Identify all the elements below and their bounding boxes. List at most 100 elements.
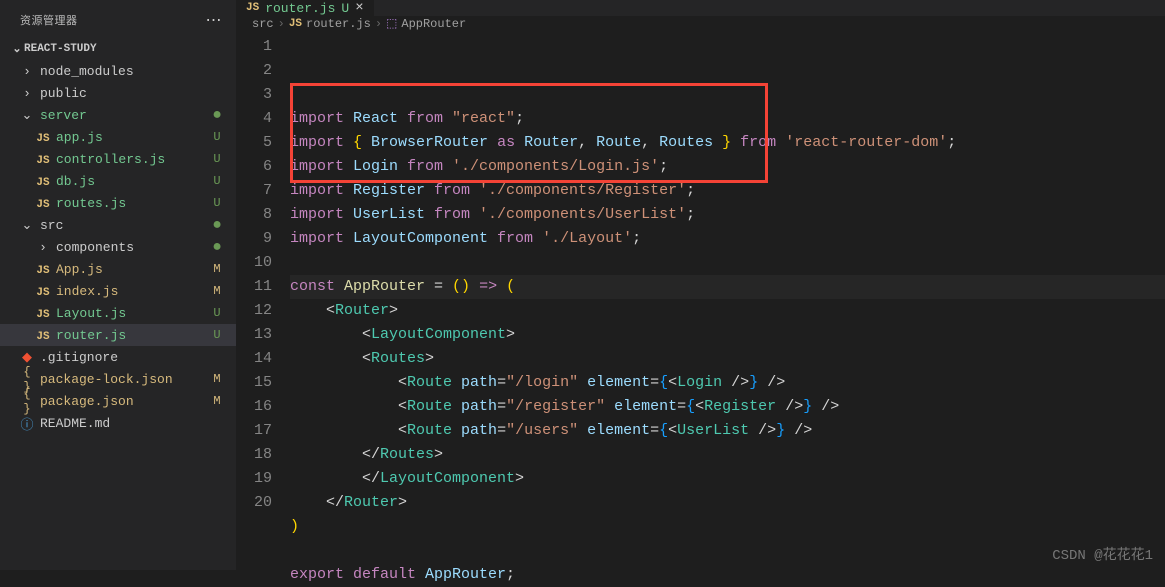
git-status: M bbox=[208, 394, 226, 408]
chevron-right-icon: › bbox=[278, 17, 285, 31]
breadcrumb[interactable]: src › JS router.js › ⬚ AppRouter bbox=[236, 16, 1165, 31]
more-icon[interactable]: ⋯ bbox=[206, 10, 223, 30]
chev-d-icon: ⌄ bbox=[18, 218, 36, 233]
git-status: ● bbox=[208, 109, 226, 121]
chev-d-icon: ⌄ bbox=[18, 108, 36, 123]
line-gutter: 1234567891011121314151617181920 bbox=[236, 35, 290, 587]
folder-item[interactable]: ⌄ server● bbox=[0, 104, 236, 126]
js-icon: JS bbox=[34, 196, 52, 211]
explorer-header: 资源管理器 ⋯ bbox=[0, 0, 236, 38]
line-number: 1 bbox=[236, 35, 272, 59]
git-status: U bbox=[208, 130, 226, 144]
chevron-down-icon: ⌄ bbox=[10, 42, 24, 56]
git-icon: ◆ bbox=[18, 350, 36, 365]
folder-item[interactable]: ⌄src● bbox=[0, 214, 236, 236]
file-item[interactable]: JSApp.jsM bbox=[0, 258, 236, 280]
code-line[interactable]: import Login from './components/Login.js… bbox=[290, 155, 1165, 179]
file-item[interactable]: { }package.jsonM bbox=[0, 390, 236, 412]
folder-item[interactable]: ›node_modules bbox=[0, 60, 236, 82]
item-label: .gitignore bbox=[40, 350, 208, 365]
file-item[interactable]: JS app.jsU bbox=[0, 126, 236, 148]
braces-icon: { } bbox=[18, 386, 36, 416]
editor-tabs: JS router.js U × bbox=[236, 0, 1165, 16]
code-line[interactable]: </LayoutComponent> bbox=[290, 467, 1165, 491]
file-item[interactable]: JS db.jsU bbox=[0, 170, 236, 192]
code-line[interactable] bbox=[290, 251, 1165, 275]
git-status: ● bbox=[208, 241, 226, 253]
code-line[interactable]: </Router> bbox=[290, 491, 1165, 515]
git-status: M bbox=[208, 372, 226, 386]
git-status: U bbox=[208, 152, 226, 166]
file-item[interactable]: JS routes.jsU bbox=[0, 192, 236, 214]
code-line[interactable]: import React from "react"; bbox=[290, 107, 1165, 131]
code-line[interactable] bbox=[290, 539, 1165, 563]
item-label: Layout.js bbox=[56, 306, 208, 321]
code-editor[interactable]: 1234567891011121314151617181920 import R… bbox=[236, 31, 1165, 587]
js-icon: JS bbox=[289, 18, 302, 30]
line-number: 13 bbox=[236, 323, 272, 347]
breadcrumb-part[interactable]: router.js bbox=[306, 17, 371, 31]
code-line[interactable]: <Router> bbox=[290, 299, 1165, 323]
js-icon: JS bbox=[34, 262, 52, 277]
code-line[interactable]: <Route path="/register" element={<Regist… bbox=[290, 395, 1165, 419]
watermark: CSDN @花花花1 bbox=[1052, 544, 1153, 564]
item-label: routes.js bbox=[56, 196, 208, 211]
code-line[interactable]: const AppRouter = () => ( bbox=[290, 275, 1165, 299]
editor-area: JS router.js U × src › JS router.js › ⬚ … bbox=[236, 0, 1165, 570]
close-icon[interactable]: × bbox=[355, 0, 363, 16]
code-line[interactable]: import { BrowserRouter as Router, Route,… bbox=[290, 131, 1165, 155]
js-icon: JS bbox=[34, 174, 52, 189]
item-label: app.js bbox=[56, 130, 208, 145]
item-label: db.js bbox=[56, 174, 208, 189]
chev-r-icon: › bbox=[18, 86, 36, 101]
code-line[interactable]: <Route path="/users" element={<UserList … bbox=[290, 419, 1165, 443]
info-icon: ⓘ bbox=[18, 414, 36, 433]
js-icon: JS bbox=[34, 152, 52, 167]
file-item[interactable]: JS controllers.jsU bbox=[0, 148, 236, 170]
js-icon: JS bbox=[246, 2, 259, 14]
tab-label: router.js bbox=[265, 1, 335, 16]
code-line[interactable]: import UserList from './components/UserL… bbox=[290, 203, 1165, 227]
item-label: router.js bbox=[56, 328, 208, 343]
chev-r-icon: › bbox=[34, 240, 52, 255]
git-status: U bbox=[208, 174, 226, 188]
code-line[interactable]: </Routes> bbox=[290, 443, 1165, 467]
code-line[interactable]: <Routes> bbox=[290, 347, 1165, 371]
js-icon: JS bbox=[34, 284, 52, 299]
code-line[interactable]: import LayoutComponent from './Layout'; bbox=[290, 227, 1165, 251]
code-line[interactable]: ) bbox=[290, 515, 1165, 539]
folder-item[interactable]: ›public bbox=[0, 82, 236, 104]
code-body[interactable]: import React from "react";import { Brows… bbox=[290, 35, 1165, 587]
git-status: ● bbox=[208, 219, 226, 231]
line-number: 14 bbox=[236, 347, 272, 371]
line-number: 6 bbox=[236, 155, 272, 179]
line-number: 5 bbox=[236, 131, 272, 155]
git-status: U bbox=[208, 306, 226, 320]
line-number: 9 bbox=[236, 227, 272, 251]
item-label: controllers.js bbox=[56, 152, 208, 167]
line-number: 15 bbox=[236, 371, 272, 395]
file-item[interactable]: JSLayout.jsU bbox=[0, 302, 236, 324]
tab-routerjs[interactable]: JS router.js U × bbox=[236, 0, 374, 16]
code-line[interactable]: export default AppRouter; bbox=[290, 563, 1165, 587]
git-status: U bbox=[208, 328, 226, 342]
file-item[interactable]: JSrouter.jsU bbox=[0, 324, 236, 346]
item-label: server bbox=[40, 108, 208, 123]
folder-item[interactable]: › components● bbox=[0, 236, 236, 258]
line-number: 20 bbox=[236, 491, 272, 515]
code-line[interactable]: <Route path="/login" element={<Login />}… bbox=[290, 371, 1165, 395]
item-label: package.json bbox=[40, 394, 208, 409]
git-status: M bbox=[208, 284, 226, 298]
code-line[interactable]: <LayoutComponent> bbox=[290, 323, 1165, 347]
item-label: components bbox=[56, 240, 208, 255]
breadcrumb-part[interactable]: src bbox=[252, 17, 274, 31]
breadcrumb-part[interactable]: AppRouter bbox=[401, 17, 466, 31]
project-root[interactable]: ⌄ REACT-STUDY bbox=[0, 38, 236, 60]
symbol-icon: ⬚ bbox=[386, 16, 397, 31]
git-status: U bbox=[208, 196, 226, 210]
item-label: index.js bbox=[56, 284, 208, 299]
code-line[interactable]: import Register from './components/Regis… bbox=[290, 179, 1165, 203]
js-icon: JS bbox=[34, 130, 52, 145]
file-item[interactable]: JS index.jsM bbox=[0, 280, 236, 302]
file-item[interactable]: ⓘREADME.md bbox=[0, 412, 236, 434]
